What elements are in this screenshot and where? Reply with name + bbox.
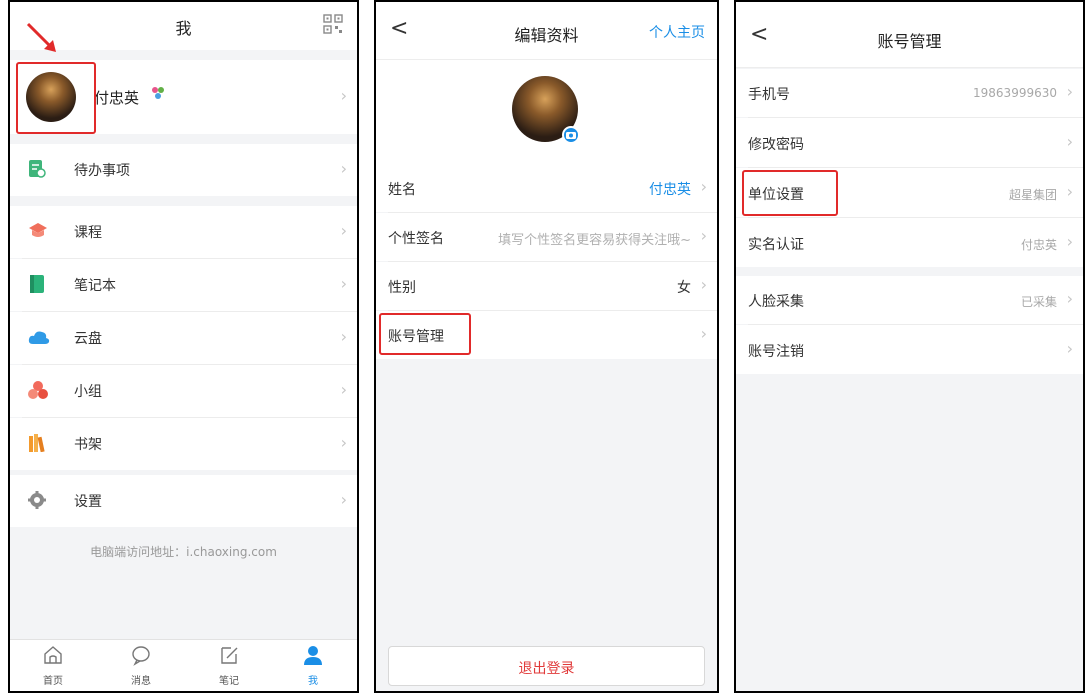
highlight-box-organization: [742, 170, 838, 216]
chevron-right-icon: ›: [340, 86, 347, 105]
tab-label: 消息: [131, 676, 151, 687]
row-label: 性别: [388, 280, 416, 296]
bottom-tab-bar: 首页 消息 笔记 我: [10, 639, 357, 691]
menu-item-settings[interactable]: 设置 ›: [10, 475, 357, 527]
menu-item-label: 云盘: [74, 331, 102, 347]
home-icon: [44, 646, 62, 664]
phone-value: 19863999630: [973, 86, 1057, 100]
menu-item-group[interactable]: 小组 ›: [10, 365, 357, 417]
chevron-right-icon: ›: [1066, 232, 1073, 251]
account-header: < 账号管理: [736, 2, 1083, 68]
tab-messages[interactable]: 消息: [116, 644, 166, 687]
profile-row-signature[interactable]: 个性签名 填写个性签名更容易获得关注哦~ ›: [376, 213, 717, 261]
real-name-value: 付忠英: [1020, 238, 1057, 252]
chevron-right-icon: ›: [700, 226, 707, 245]
edit-profile-header: < 编辑资料 个人主页: [376, 2, 717, 60]
account-row-deactivate[interactable]: 账号注销 ›: [736, 325, 1083, 374]
highlight-box-account-management: [379, 313, 471, 355]
person-icon: [304, 646, 322, 665]
avatar-section: [376, 60, 717, 164]
menu-item-label: 待办事项: [74, 163, 130, 179]
account-row-phone[interactable]: 手机号 19863999630 ›: [736, 69, 1083, 117]
menu-item-cloud[interactable]: 云盘 ›: [10, 312, 357, 364]
account-management-screen: < 账号管理 手机号 19863999630 › 修改密码 › 单位设置 超星集…: [734, 0, 1085, 693]
tab-label: 我: [308, 676, 318, 687]
chevron-right-icon: ›: [700, 275, 707, 294]
edit-profile-screen: < 编辑资料 个人主页 姓名 付忠英 › 个性签名 填写个性签名更容易获得关注哦…: [374, 0, 719, 693]
logout-label: 退出登录: [518, 661, 575, 677]
chevron-right-icon: ›: [340, 433, 347, 452]
tab-label: 首页: [43, 676, 63, 687]
tab-notes[interactable]: 笔记: [204, 644, 254, 687]
logout-button[interactable]: 退出登录: [388, 646, 705, 686]
tab-me[interactable]: 我: [288, 644, 338, 687]
menu-item-todo[interactable]: 待办事项 ›: [10, 144, 357, 196]
chevron-right-icon: ›: [340, 221, 347, 240]
row-label: 个性签名: [388, 231, 444, 247]
menu-item-label: 小组: [74, 384, 102, 400]
chevron-right-icon: ›: [340, 274, 347, 293]
menu-item-label: 笔记本: [74, 278, 116, 294]
chevron-right-icon: ›: [340, 159, 347, 178]
account-row-change-password[interactable]: 修改密码 ›: [736, 118, 1083, 167]
page-title: 账号管理: [877, 32, 942, 51]
badge-flower-icon: [150, 85, 166, 101]
highlight-box-avatar: [16, 62, 96, 134]
chevron-right-icon: ›: [340, 327, 347, 346]
web-access-note: 电脑端访问地址：i.chaoxing.com: [90, 545, 277, 559]
name-value: 付忠英: [649, 182, 691, 198]
menu-item-label: 课程: [74, 225, 102, 241]
notebook-icon: [28, 275, 46, 293]
account-row-face-capture[interactable]: 人脸采集 已采集 ›: [736, 276, 1083, 324]
chevron-right-icon: ›: [340, 490, 347, 509]
todo-icon: [28, 160, 46, 178]
chevron-right-icon: ›: [1066, 289, 1073, 308]
course-icon: [28, 222, 47, 240]
face-capture-status: 已采集: [1020, 295, 1057, 309]
menu-item-notebook[interactable]: 笔记本 ›: [10, 259, 357, 311]
row-label: 人脸采集: [748, 294, 804, 310]
chevron-right-icon: ›: [1066, 182, 1073, 201]
gear-icon: [28, 491, 46, 509]
user-name: 付忠英: [94, 89, 140, 107]
tab-label: 笔记: [219, 676, 239, 687]
menu-item-label: 书架: [74, 437, 102, 453]
row-label: 实名认证: [748, 237, 804, 253]
row-label: 手机号: [748, 87, 790, 103]
note-edit-icon: [221, 647, 238, 664]
row-label: 修改密码: [748, 137, 804, 153]
message-icon: [132, 646, 150, 666]
cloud-icon: [28, 328, 50, 346]
me-screen: 我 付忠英 › 待办事项 › 课程 › 笔记本 › 云盘 › 小组 › 书架 ›…: [8, 0, 359, 693]
chevron-right-icon: ›: [1066, 82, 1073, 101]
chevron-right-icon: ›: [700, 177, 707, 196]
chevron-right-icon: ›: [1066, 339, 1073, 358]
chevron-right-icon: ›: [700, 324, 707, 343]
signature-placeholder: 填写个性签名更容易获得关注哦~: [498, 233, 691, 248]
menu-item-bookshelf[interactable]: 书架 ›: [10, 418, 357, 470]
bookshelf-icon: [28, 434, 46, 453]
camera-icon[interactable]: [562, 126, 580, 144]
qr-code-icon[interactable]: [323, 14, 343, 34]
annotation-arrow-icon: [26, 22, 56, 52]
gender-value: 女: [677, 280, 691, 296]
profile-row-gender[interactable]: 性别 女 ›: [376, 262, 717, 310]
row-label: 姓名: [388, 182, 416, 198]
homepage-link[interactable]: 个人主页: [649, 22, 705, 42]
row-label: 账号注销: [748, 344, 804, 360]
menu-item-course[interactable]: 课程 ›: [10, 206, 357, 258]
chevron-right-icon: ›: [340, 380, 347, 399]
chevron-right-icon: ›: [1066, 132, 1073, 151]
menu-item-label: 设置: [74, 494, 102, 510]
profile-row-name[interactable]: 姓名 付忠英 ›: [376, 164, 717, 212]
organization-value: 超星集团: [1008, 188, 1057, 202]
group-icon: [28, 381, 48, 399]
tab-home[interactable]: 首页: [28, 644, 78, 687]
account-row-real-name[interactable]: 实名认证 付忠英 ›: [736, 218, 1083, 267]
